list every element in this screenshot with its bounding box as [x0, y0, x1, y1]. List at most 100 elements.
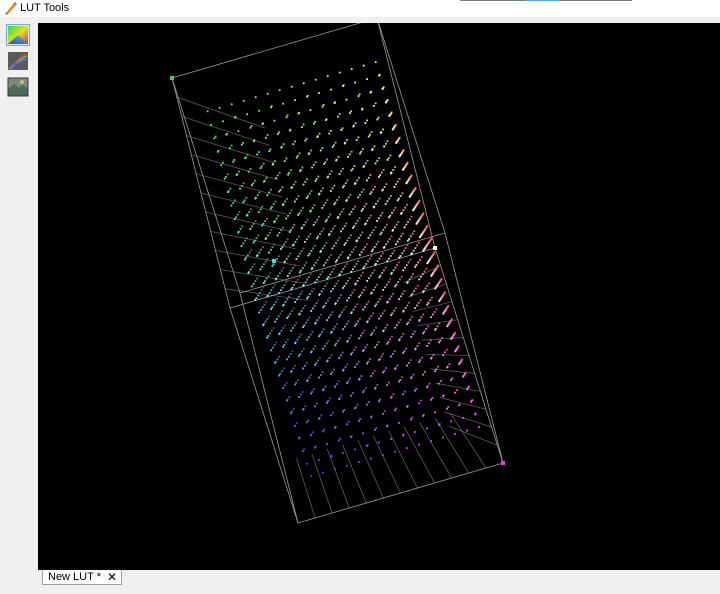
- lut-sample-point: [370, 191, 373, 193]
- lut-sample-point: [365, 386, 367, 389]
- white-corner-marker[interactable]: [433, 246, 437, 250]
- lut-sample-point: [388, 381, 390, 384]
- green-corner-marker[interactable]: [170, 76, 174, 80]
- lut-sample-point: [388, 298, 391, 300]
- lut-sample-point: [350, 210, 353, 213]
- lut-sample-point: [296, 338, 299, 341]
- lut-sample-point: [382, 128, 384, 131]
- lut-sample-point: [306, 380, 308, 382]
- lut-sample-point: [372, 206, 375, 209]
- lut-sample-point: [324, 201, 327, 204]
- lut-sample-point: [405, 264, 408, 266]
- lut-sample-point: [290, 329, 293, 332]
- cyan-corner-marker[interactable]: [271, 258, 276, 263]
- lut-sample-point: [390, 195, 392, 197]
- lut-sample-point: [281, 186, 284, 189]
- magenta-corner-marker[interactable]: [501, 461, 505, 465]
- lut-sample-point: [326, 259, 329, 261]
- lut-sample-point: [361, 231, 364, 234]
- lut-sample-point: [375, 303, 378, 306]
- lut-sample-point: [220, 164, 223, 167]
- lut-sample-point: [270, 106, 272, 109]
- lut-sample-point: [321, 105, 324, 108]
- lut-sample-point: [309, 233, 312, 235]
- lut-sample-point: [297, 295, 300, 298]
- lut-sample-point: [362, 208, 364, 210]
- lut-sample-point: [260, 289, 263, 292]
- lut-sample-point: [377, 341, 380, 343]
- lut-sample-point: [358, 296, 361, 298]
- lut-sample-point: [270, 308, 273, 310]
- lut-sample-point: [298, 336, 301, 338]
- lut-sample-point: [305, 238, 308, 241]
- lut-sample-point: [222, 161, 224, 164]
- lut-sample-point: [316, 136, 319, 138]
- lut-sample-point: [276, 234, 279, 237]
- lut-sample-point: [257, 211, 260, 213]
- lut-cube-viewport[interactable]: [38, 23, 720, 570]
- lut-sample-point: [264, 280, 266, 283]
- lut-sample-point: [252, 182, 255, 185]
- lut-sample-point: [238, 211, 241, 213]
- lut-sample-point: [343, 243, 346, 246]
- lut-sample-point: [364, 306, 366, 308]
- lut-sample-point: [333, 285, 336, 287]
- color-cube-tool-button[interactable]: [6, 24, 30, 46]
- lut-sample-point: [257, 275, 260, 277]
- lut-sample-point: [407, 261, 410, 264]
- lut-sample-point: [259, 268, 262, 271]
- lut-sample-point: [265, 301, 268, 303]
- lut-sample-point: [310, 475, 312, 478]
- lut-sample-point: [363, 265, 366, 268]
- lut-sample-point: [330, 253, 332, 256]
- lut-sample-point: [316, 278, 318, 281]
- lut-sample-point: [268, 315, 270, 318]
- lut-sample-point: [223, 177, 226, 180]
- lut-sample-point: [422, 373, 424, 376]
- lut-sample-point: [360, 150, 363, 153]
- lut-sample-point: [407, 221, 409, 223]
- close-icon[interactable]: ✕: [107, 571, 117, 583]
- lut-sample-point: [347, 320, 350, 323]
- lut-sample-point: [361, 291, 364, 294]
- lut-sample-point: [350, 169, 353, 172]
- lut-sample-point: [400, 275, 403, 278]
- lut-cube-canvas[interactable]: [38, 23, 720, 570]
- lut-sample-point: [303, 448, 306, 451]
- lut-sample-point: [384, 286, 386, 289]
- lut-sample-point: [329, 213, 332, 216]
- lut-sample-point: [388, 197, 391, 200]
- lut-sample-point: [256, 277, 258, 280]
- lut-sample-point: [373, 105, 375, 107]
- lut-sample-point: [454, 350, 457, 353]
- lut-sample-point: [398, 339, 401, 342]
- lut-sample-point: [370, 416, 372, 419]
- lut-sample-point: [432, 313, 434, 316]
- lut-sample-point: [298, 313, 301, 316]
- lut-sample-point: [402, 232, 404, 235]
- lut-sample-point: [353, 165, 356, 167]
- lut-sample-point: [421, 273, 424, 275]
- lut-sample-point: [393, 249, 396, 252]
- projection-line: [326, 449, 350, 509]
- lut-sample-point: [412, 273, 414, 275]
- curves-tool-button[interactable]: [6, 50, 30, 72]
- lut-sample-point: [378, 317, 381, 320]
- lut-sample-point: [322, 227, 325, 230]
- lut-sample-point: [338, 398, 340, 401]
- image-preview-tool-button[interactable]: [6, 76, 30, 98]
- lut-sample-point: [288, 295, 290, 298]
- lut-sample-point: [283, 284, 286, 286]
- lut-sample-point: [310, 310, 313, 312]
- lut-sample-point: [338, 297, 341, 299]
- lut-sample-point: [232, 202, 235, 204]
- lut-sample-point: [261, 123, 264, 126]
- lut-sample-point: [302, 183, 305, 186]
- lut-sample-point: [391, 212, 393, 214]
- tab-new-lut[interactable]: New LUT * ✕: [42, 570, 123, 585]
- lut-sample-point: [446, 325, 449, 328]
- lut-sample-point: [322, 306, 325, 309]
- lut-sample-point: [312, 287, 315, 290]
- lut-sample-point: [397, 321, 400, 324]
- lut-sample-point: [356, 280, 359, 282]
